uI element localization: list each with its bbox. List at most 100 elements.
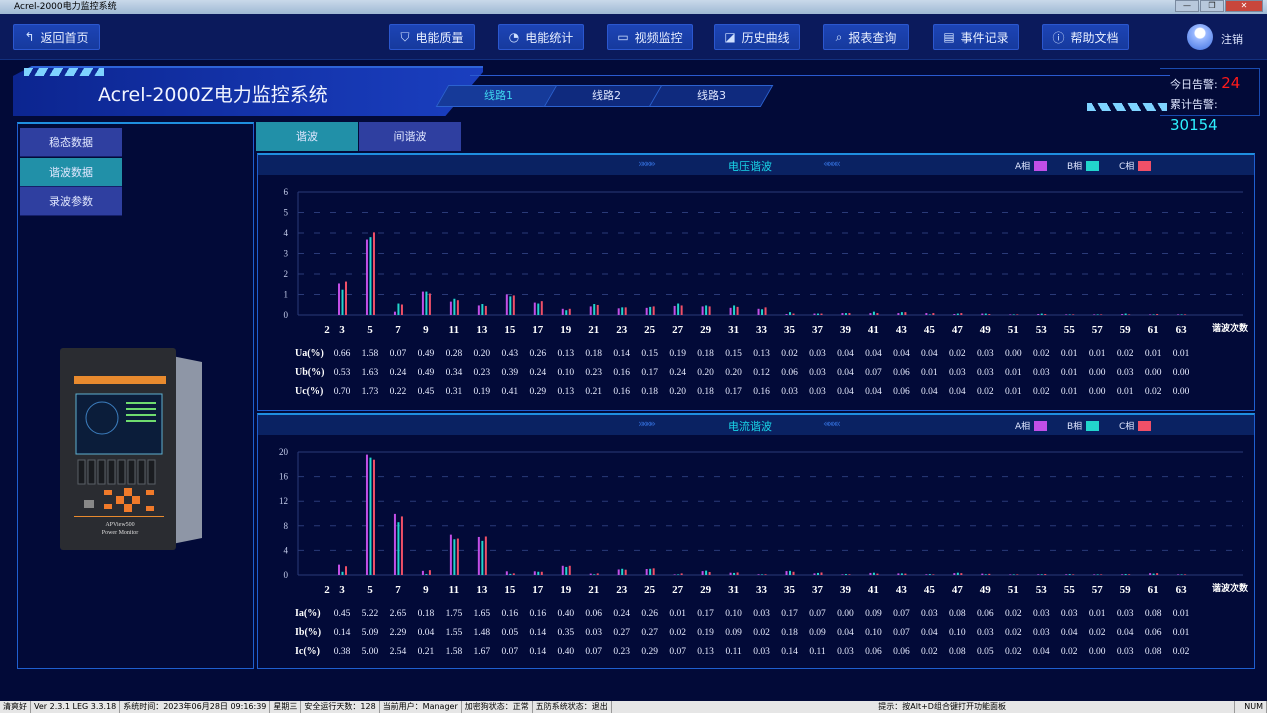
bar-ua — [421, 291, 424, 315]
window-titlebar: Acrel-2000电力监控系统 — [0, 0, 1267, 14]
table-cell: 0.01 — [1005, 387, 1022, 397]
table-cell: 0.01 — [1117, 387, 1134, 397]
table-cell: 0.04 — [865, 349, 882, 359]
legend-swatch — [1086, 420, 1100, 431]
user-avatar-icon[interactable] — [1187, 24, 1213, 50]
legend-swatch — [1138, 160, 1152, 171]
table-cell: 0.13 — [753, 349, 770, 359]
nav-video[interactable]: ▭ 视频监控 — [607, 24, 693, 50]
line-label: 线路2 — [591, 89, 621, 102]
table-cell: 0.03 — [977, 628, 994, 638]
x-tick-label: 53 — [1036, 324, 1048, 336]
header-bar: ↰ 返回首页 ⛉ 电能质量 ◔ 电能统计 ▭ 视频监控 ◪ 历史曲线 ⌕ 报表查询 ▤ 事件记… — [0, 14, 1267, 60]
alarm-summary: 今日告警: 24 累计告警: 30154 — [1160, 68, 1260, 134]
x-tick-label: 43 — [896, 584, 908, 596]
bar-ub — [733, 305, 736, 315]
chevron-decor-icon: «««« — [823, 417, 841, 430]
nav-history-curve[interactable]: ◪ 历史曲线 — [714, 24, 800, 50]
bar-ic — [1044, 574, 1047, 575]
x-tick-label: 39 — [840, 324, 852, 336]
bar-ia — [393, 513, 396, 575]
x-tick-label: 17 — [532, 584, 544, 596]
bar-ia — [869, 572, 872, 575]
table-cell: 0.17 — [781, 609, 798, 619]
bar-ia — [338, 564, 340, 575]
legend-item[interactable]: A相 — [1015, 159, 1048, 172]
nav-events[interactable]: ▤ 事件记录 — [933, 24, 1019, 50]
legend-item[interactable]: C相 — [1119, 419, 1152, 432]
table-cell: 0.03 — [809, 349, 826, 359]
bar-uc — [1016, 314, 1019, 315]
legend-item[interactable]: A相 — [1015, 419, 1048, 432]
bar-ua — [757, 308, 760, 315]
table-cell: 0.02 — [1089, 628, 1106, 638]
tab-interharmonic[interactable]: 间谐波 — [359, 122, 461, 151]
bar-ic — [1016, 574, 1019, 575]
alarm-today-count[interactable]: 24 — [1221, 74, 1240, 92]
bar-ub — [537, 303, 540, 315]
table-cell: 0.09 — [809, 628, 826, 638]
nav-help[interactable]: ⓘ 帮助文档 — [1042, 24, 1129, 50]
x-tick-label: 5 — [367, 324, 373, 336]
bar-ic — [1072, 574, 1075, 575]
table-cell: 0.03 — [1117, 647, 1134, 657]
close-button[interactable]: ✕ — [1225, 0, 1263, 12]
minimize-button[interactable]: — — [1175, 0, 1199, 12]
x-tick-label: 59 — [1120, 324, 1132, 336]
back-home-button[interactable]: ↰ 返回首页 — [13, 24, 100, 50]
sidebar-item-waveform-params[interactable]: 录波参数 — [20, 187, 122, 216]
logout-link[interactable]: 注销 — [1221, 31, 1243, 47]
table-cell: 0.14 — [529, 647, 546, 657]
nav-power-quality[interactable]: ⛉ 电能质量 — [389, 24, 475, 50]
bar-ia — [785, 571, 788, 575]
chevron-decor-icon: «««« — [823, 157, 841, 170]
decor-stripes — [1087, 103, 1167, 111]
tab-harmonic[interactable]: 谐波 — [256, 122, 358, 151]
table-cell: 0.18 — [697, 349, 714, 359]
x-tick-label: 51 — [1008, 584, 1019, 596]
nav-energy-stats[interactable]: ◔ 电能统计 — [498, 24, 584, 50]
bar-ub — [789, 312, 792, 315]
table-cell: 0.04 — [1061, 628, 1078, 638]
tab-line-3[interactable]: 线路3 — [648, 85, 774, 107]
sidebar-item-harmonic-data[interactable]: 谐波数据 — [20, 158, 122, 187]
y-tick-label: 0 — [284, 570, 289, 580]
bar-ub — [453, 298, 456, 315]
bar-ub — [649, 306, 652, 315]
table-cell: 0.08 — [949, 647, 966, 657]
legend-item[interactable]: B相 — [1067, 419, 1100, 432]
alarm-total-count[interactable]: 30154 — [1170, 116, 1218, 134]
table-cell: 0.03 — [1117, 609, 1134, 619]
bar-uc — [1072, 314, 1075, 315]
table-cell: 0.00 — [1005, 349, 1022, 359]
legend-label: A相 — [1015, 422, 1031, 432]
x-tick-label: 57 — [1092, 584, 1104, 596]
table-cell: 0.06 — [893, 647, 910, 657]
nav-report[interactable]: ⌕ 报表查询 — [823, 24, 909, 50]
bar-ia — [421, 570, 424, 575]
legend-item[interactable]: B相 — [1067, 159, 1100, 172]
sidebar-item-steady-data[interactable]: 稳态数据 — [20, 128, 122, 157]
legend-label: A相 — [1015, 162, 1031, 172]
legend-swatch — [1086, 160, 1100, 171]
table-cell: 0.49 — [418, 349, 435, 359]
table-cell: 0.03 — [1117, 368, 1134, 378]
table-cell: 0.07 — [669, 647, 686, 657]
legend-item[interactable]: C相 — [1119, 159, 1152, 172]
row-label: Ic(%) — [295, 646, 320, 657]
bar-ia — [1065, 574, 1068, 575]
table-cell: 0.13 — [557, 387, 574, 397]
bar-ua — [449, 301, 452, 315]
tab-line-1[interactable]: 线路1 — [435, 85, 561, 107]
table-cell: 0.04 — [921, 387, 938, 397]
table-cell: 0.03 — [837, 647, 854, 657]
bar-ia — [813, 573, 816, 575]
table-cell: 0.04 — [837, 368, 854, 378]
table-cell: 0.10 — [949, 628, 966, 638]
maximize-button[interactable]: ❐ — [1200, 0, 1224, 12]
table-cell: 0.45 — [334, 609, 351, 619]
x-tick-label: 13 — [476, 324, 488, 336]
table-cell: 0.24 — [390, 368, 407, 378]
table-cell: 0.04 — [1117, 628, 1134, 638]
table-cell: 0.17 — [725, 387, 742, 397]
